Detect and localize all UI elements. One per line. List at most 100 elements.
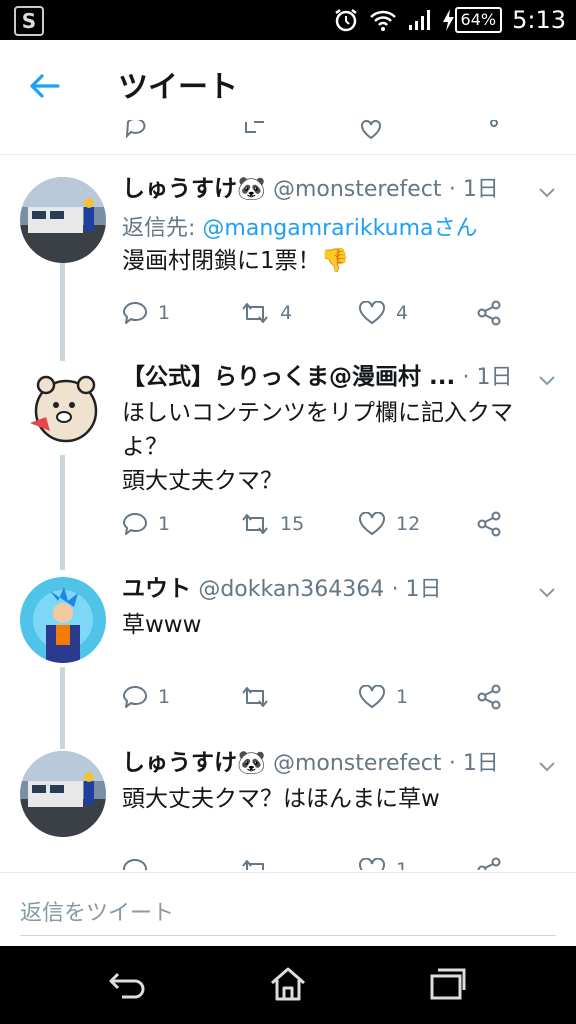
like-count: 12	[396, 513, 421, 535]
display-name[interactable]: ユウト	[122, 576, 191, 602]
like-button[interactable]: 12	[358, 509, 476, 539]
thread-connector	[60, 263, 65, 361]
avatar[interactable]	[20, 577, 106, 663]
wifi-icon	[369, 10, 396, 31]
heart-icon	[359, 858, 385, 870]
signal-icon	[408, 10, 430, 30]
share-icon	[490, 120, 498, 127]
reply-icon	[123, 859, 147, 870]
previous-tweet-actions	[0, 112, 576, 155]
thread-connector	[60, 455, 65, 570]
recent-apps-icon[interactable]	[428, 966, 468, 1002]
tweet-actions: 1	[122, 855, 502, 870]
avatar[interactable]	[20, 751, 106, 837]
avatar[interactable]	[20, 177, 106, 263]
user-handle: @dokkan364364	[198, 577, 385, 602]
heart-icon	[359, 512, 385, 536]
like-count: 1	[396, 686, 409, 708]
retweet-button[interactable]: 4	[240, 298, 358, 328]
tweet-thread: しゅうすけ🐼 @monsterefect · 1日 返信先: @mangamra…	[0, 155, 576, 870]
tweet-content: 【公式】らりっくま@漫画村 ... · 1日 ほしいコンテンツをリプ欄に記入クマ…	[122, 361, 556, 498]
retweet-button[interactable]: 15	[240, 509, 358, 539]
retweet-button[interactable]	[240, 855, 358, 870]
timestamp: · 1日	[448, 177, 499, 202]
retweet-icon	[242, 687, 268, 707]
battery-level: 64%	[454, 7, 503, 33]
tweet-text: 漫画村閉鎖に1票！👎	[122, 248, 350, 274]
back-arrow-icon[interactable]	[26, 68, 62, 104]
status-bar: S 64% 5:13	[0, 0, 576, 40]
tweet-content: しゅうすけ🐼 @monsterefect · 1日 頭大丈夫クマ？はほんまに草w	[122, 747, 556, 816]
back-icon[interactable]	[108, 966, 148, 1002]
reply-button[interactable]: 1	[122, 509, 240, 539]
share-icon[interactable]	[476, 684, 502, 710]
reply-input[interactable]: 返信をツイート	[20, 895, 556, 936]
retweet-icon	[242, 860, 264, 870]
chevron-down-icon[interactable]	[538, 371, 556, 389]
display-name[interactable]: しゅうすけ🐼	[122, 750, 266, 776]
home-icon[interactable]	[268, 966, 308, 1002]
chevron-down-icon[interactable]	[538, 183, 556, 201]
timestamp: · 1日	[391, 577, 442, 602]
carrier-icon: S	[14, 6, 44, 36]
timestamp: · 1日	[448, 751, 499, 776]
tweet-content: しゅうすけ🐼 @monsterefect · 1日 返信先: @mangamra…	[122, 173, 556, 278]
reply-suffix: さん	[433, 216, 478, 241]
reply-composer: 返信をツイート	[0, 872, 576, 947]
retweet-icon	[242, 514, 268, 534]
tweet-header: 【公式】らりっくま@漫画村 ... · 1日	[122, 361, 556, 394]
reply-button[interactable]: 1	[122, 682, 240, 712]
page-title: ツイート	[118, 70, 238, 105]
alarm-icon	[334, 9, 357, 32]
mention-link[interactable]: @mangamrarikkuma	[202, 216, 433, 241]
reply-icon	[123, 302, 147, 324]
retweet-button[interactable]	[240, 682, 358, 712]
reply-icon	[123, 513, 147, 535]
charging-icon	[442, 9, 454, 31]
thread-connector	[60, 667, 65, 749]
user-handle: @monsterefect	[272, 751, 442, 776]
tweet-header: しゅうすけ🐼 @monsterefect · 1日	[122, 173, 556, 206]
tweet-text: 草www	[122, 612, 202, 638]
like-count: 4	[396, 302, 409, 324]
reply-button[interactable]	[122, 855, 240, 870]
retweet-icon	[245, 121, 264, 133]
battery-indicator: 64%	[441, 7, 503, 33]
display-name[interactable]: しゅうすけ🐼	[122, 176, 266, 202]
tweet-header: ユウト @dokkan364364 · 1日	[122, 573, 556, 606]
heart-icon	[359, 685, 385, 709]
timestamp: · 1日	[462, 365, 513, 390]
like-button[interactable]: 4	[358, 298, 476, 328]
retweet-count: 4	[280, 302, 293, 324]
reply-prefix: 返信先:	[122, 216, 203, 241]
tweet-content: ユウト @dokkan364364 · 1日 草www	[122, 573, 556, 642]
share-icon[interactable]	[476, 857, 502, 870]
like-button[interactable]: 1	[358, 682, 476, 712]
share-icon[interactable]	[476, 511, 502, 537]
reply-count: 1	[158, 686, 171, 708]
reply-count: 1	[158, 513, 171, 535]
heart-icon	[359, 301, 385, 325]
display-name[interactable]: 【公式】らりっくま@漫画村 ...	[122, 364, 455, 390]
reply-button[interactable]: 1	[122, 298, 240, 328]
reply-icon	[123, 686, 147, 708]
retweet-count: 15	[280, 513, 305, 535]
tweet-text: 頭大丈夫クマ？はほんまに草w	[122, 786, 440, 812]
tweet-header: しゅうすけ🐼 @monsterefect · 1日	[122, 747, 556, 780]
reply-icon	[125, 120, 146, 139]
clock: 5:13	[512, 6, 566, 34]
reply-count: 1	[158, 302, 171, 324]
like-icon	[361, 120, 381, 140]
tweet-actions: 1 4 4	[122, 298, 502, 328]
retweet-icon	[242, 303, 268, 323]
system-nav-bar	[0, 946, 576, 1024]
share-icon[interactable]	[476, 300, 502, 326]
avatar[interactable]	[20, 365, 106, 451]
like-count: 1	[396, 859, 409, 870]
user-handle: @monsterefect	[272, 177, 442, 202]
like-button[interactable]: 1	[358, 855, 476, 870]
tweet-actions: 1 1	[122, 682, 502, 712]
chevron-down-icon[interactable]	[538, 583, 556, 601]
reply-context: 返信先: @mangamrarikkumaさん	[122, 210, 556, 242]
chevron-down-icon[interactable]	[538, 757, 556, 775]
